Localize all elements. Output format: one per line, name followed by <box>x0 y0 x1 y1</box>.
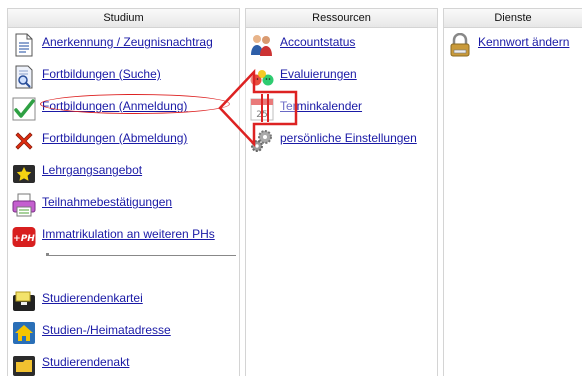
checkmark-icon <box>12 97 36 121</box>
padlock-icon <box>448 33 472 57</box>
menu-item-label[interactable]: Fortbildungen (Suche) <box>42 65 161 81</box>
menu-item-studienadresse[interactable]: Studien-/Heimatadresse <box>12 321 171 347</box>
home-icon <box>12 321 36 345</box>
star-folder-icon <box>12 161 36 185</box>
card-index-icon <box>12 289 36 313</box>
menu-item-label[interactable]: Studierendenakt <box>42 353 129 369</box>
menu-item-label[interactable]: persönliche Einstellungen <box>280 129 417 145</box>
highlight-arrow-icon <box>218 68 298 148</box>
folder-icon <box>12 353 36 377</box>
menu-item-fortbildungen-abmeldung[interactable]: Fortbildungen (Abmeldung) <box>12 129 187 155</box>
users-icon <box>250 33 274 57</box>
menu-item-label[interactable]: Teilnahmebestätigungen <box>42 193 172 209</box>
studium-column: Studium Anerkennung / Zeugnisnachtrag Fo… <box>7 8 240 376</box>
menu-item-immatrikulation[interactable]: +PH Immatrikulation an weiteren PHs <box>12 225 215 251</box>
menu-item-fortbildungen-suche[interactable]: Fortbildungen (Suche) <box>12 65 161 91</box>
menu-item-label[interactable]: Kennwort ändern <box>478 33 569 49</box>
menu-item-kennwort-aendern[interactable]: Kennwort ändern <box>448 33 569 59</box>
menu-item-studierendenakt[interactable]: Studierendenakt <box>12 353 129 379</box>
menu-item-studierendenkartei[interactable]: Studierendenkartei <box>12 289 143 315</box>
dienste-column: Dienste Kennwort ändern <box>443 8 582 376</box>
studium-header: Studium <box>8 9 239 28</box>
menu-item-label[interactable]: Anerkennung / Zeugnisnachtrag <box>42 33 213 49</box>
ressourcen-column: Ressourcen Accountstatus Evaluierungen 2… <box>245 8 438 376</box>
menu-item-label[interactable]: Immatrikulation an weiteren PHs <box>42 225 215 241</box>
separator-line <box>48 255 236 256</box>
plus-ph-icon-text: +PH <box>13 234 35 244</box>
menu-item-label[interactable]: Fortbildungen (Abmeldung) <box>42 129 187 145</box>
menu-item-anerkennung[interactable]: Anerkennung / Zeugnisnachtrag <box>12 33 213 59</box>
menu-item-label[interactable]: Accountstatus <box>280 33 355 49</box>
document-icon <box>12 33 36 57</box>
menu-item-label[interactable]: Lehrgangsangebot <box>42 161 142 177</box>
dienste-header: Dienste <box>444 9 582 28</box>
menu-item-label[interactable]: Studien-/Heimatadresse <box>42 321 171 337</box>
menu-item-lehrgangsangebot[interactable]: Lehrgangsangebot <box>12 161 142 187</box>
menu-item-accountstatus[interactable]: Accountstatus <box>250 33 355 59</box>
menu-item-label[interactable]: Studierendenkartei <box>42 289 143 305</box>
highlight-ellipse <box>40 94 230 114</box>
printer-icon <box>12 193 36 217</box>
search-document-icon <box>12 65 36 89</box>
red-x-icon <box>12 129 36 153</box>
plus-ph-icon: +PH <box>12 225 36 249</box>
ressourcen-header: Ressourcen <box>246 9 437 28</box>
menu-item-teilnahmebestaetigungen[interactable]: Teilnahmebestätigungen <box>12 193 172 219</box>
